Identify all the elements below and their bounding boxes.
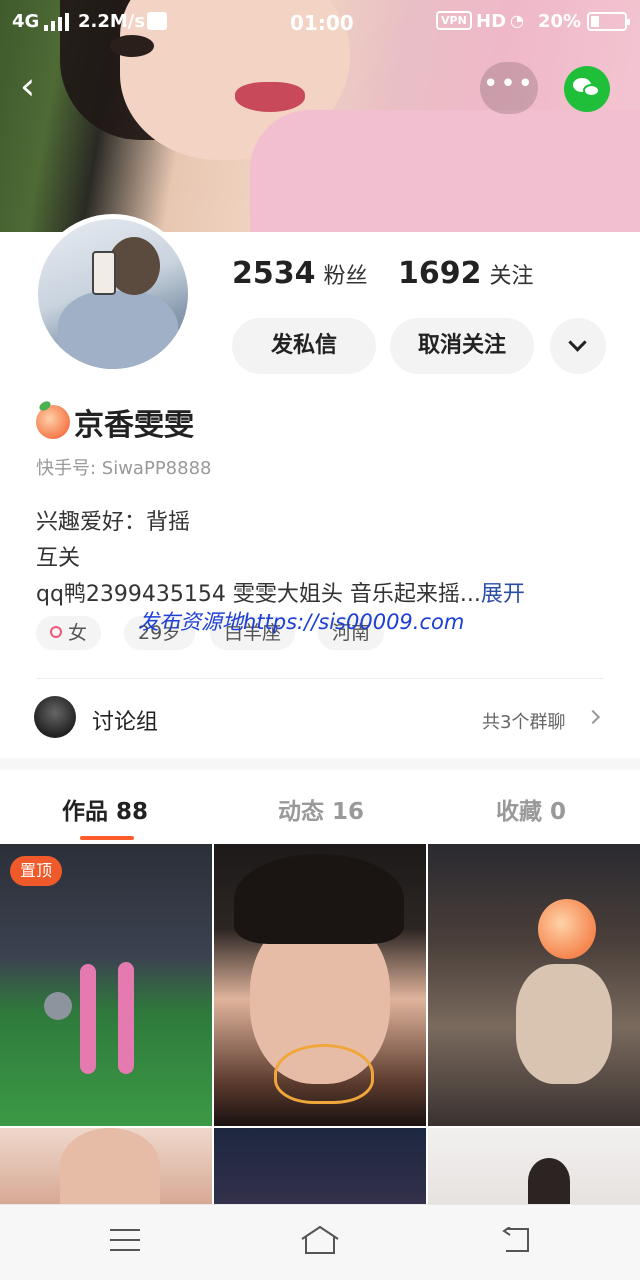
- following-count: 1692: [398, 256, 482, 291]
- followers-count: 2534: [232, 256, 316, 291]
- user-id: 快手号: SiwaPP8888: [36, 458, 212, 479]
- discussion-group-row[interactable]: 讨论组 共3个群聊: [0, 694, 640, 746]
- followers-stat[interactable]: 2534 粉丝: [232, 256, 368, 291]
- video-thumbnail-3[interactable]: [428, 844, 640, 1126]
- wifi-icon: ◔: [510, 11, 524, 30]
- tab-works[interactable]: 作品 88: [62, 792, 148, 826]
- unfollow-button[interactable]: 取消关注: [390, 318, 534, 374]
- following-stat[interactable]: 1692 关注: [398, 256, 534, 291]
- battery-icon: [587, 12, 630, 31]
- wechat-share-button[interactable]: [564, 66, 610, 112]
- avatar[interactable]: [33, 214, 193, 374]
- group-count: 共3个群聊: [482, 712, 566, 733]
- content-tabs: 作品 88 动态 16 收藏 0: [0, 770, 640, 842]
- peach-emoji-icon: [36, 405, 70, 439]
- gender-tag: 女: [36, 616, 102, 650]
- divider: [36, 678, 604, 679]
- bio-line-3: qq鸭2399435154 雯雯大姐头 音乐起来摇...展开: [36, 576, 525, 608]
- chevron-down-icon: [568, 333, 587, 352]
- group-label: 讨论组: [92, 710, 159, 735]
- gender-label: 女: [68, 622, 88, 644]
- message-button[interactable]: 发私信: [232, 318, 376, 374]
- bio-line-1: 兴趣爱好：背摇: [36, 510, 191, 535]
- tab-favorites[interactable]: 收藏 0: [496, 792, 566, 826]
- followers-label: 粉丝: [323, 264, 368, 289]
- battery-percent: 20%: [538, 11, 582, 32]
- tab-indicator: [80, 836, 134, 840]
- network-type: 4G: [12, 11, 40, 32]
- chevron-right-icon: [585, 709, 601, 725]
- home-icon[interactable]: [300, 1225, 340, 1255]
- female-icon: [50, 626, 62, 638]
- back-button[interactable]: ‹: [20, 66, 64, 110]
- menu-icon[interactable]: [110, 1229, 140, 1251]
- video-thumbnail-6[interactable]: [428, 1128, 640, 1204]
- video-thumbnail-1[interactable]: 置顶: [0, 844, 212, 1126]
- profile-name: 京香雯雯: [74, 408, 194, 443]
- more-button[interactable]: •••: [480, 62, 538, 114]
- tab-moments[interactable]: 动态 16: [278, 792, 364, 826]
- group-avatar: [34, 696, 76, 738]
- notification-icon: [147, 12, 167, 30]
- video-thumbnail-5[interactable]: [214, 1128, 426, 1204]
- following-label: 关注: [489, 264, 534, 289]
- system-nav-bar: [0, 1204, 640, 1280]
- clock: 01:00: [290, 11, 354, 35]
- pinned-badge: 置顶: [10, 856, 63, 886]
- more-dots-icon: •••: [482, 69, 535, 99]
- video-thumbnail-4[interactable]: [0, 1128, 212, 1204]
- section-gap: [0, 758, 640, 770]
- chevron-left-icon: ‹: [20, 64, 36, 108]
- watermark-text: 发布资源地https://sis00009.com: [138, 610, 465, 634]
- signal-icon: [44, 13, 70, 31]
- dropdown-button[interactable]: [550, 318, 606, 374]
- network-speed: 2.2M/s: [78, 11, 146, 32]
- video-thumbnail-2[interactable]: [214, 844, 426, 1126]
- expand-link[interactable]: 展开: [481, 582, 525, 607]
- status-bar: 4G 2.2M/s 01:00 VPN HD ◔ 20%: [0, 0, 640, 44]
- vpn-badge: VPN: [436, 11, 472, 30]
- bio-text: qq鸭2399435154 雯雯大姐头 音乐起来摇...: [36, 582, 481, 607]
- bio-line-2: 互关: [36, 546, 81, 571]
- back-icon[interactable]: [500, 1227, 530, 1253]
- hd-indicator: HD: [476, 11, 507, 32]
